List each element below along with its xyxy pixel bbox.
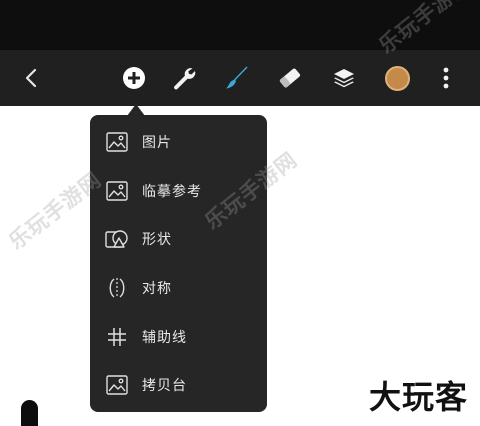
- wrench-icon: [174, 68, 196, 90]
- eraser-icon: [279, 68, 301, 88]
- menu-item-guides[interactable]: 辅助线: [90, 312, 267, 361]
- brush-button[interactable]: [217, 58, 257, 98]
- menu-item-label: 拷贝台: [142, 378, 187, 395]
- menu-item-label: 图片: [142, 135, 172, 152]
- menu-item-image[interactable]: 图片: [90, 118, 267, 167]
- drawing-app-screen: 图片 临摹参考 形状 对称 辅助线 拷贝台 乐玩手游网 乐玩手游网 乐玩手游网 …: [0, 0, 480, 426]
- brand-logo-text: 大玩客: [368, 378, 468, 416]
- menu-item-label: 对称: [142, 281, 172, 298]
- menu-item-label: 形状: [142, 232, 172, 249]
- menu-item-reference[interactable]: 临摹参考: [90, 167, 267, 216]
- top-toolbar: [0, 50, 480, 106]
- plus-circle-icon: [123, 67, 145, 89]
- grid-icon: [108, 327, 126, 346]
- status-bar-area: [0, 0, 480, 50]
- more-vertical-icon: [443, 67, 449, 89]
- menu-item-lightbox[interactable]: 拷贝台: [90, 361, 267, 410]
- more-button[interactable]: [426, 58, 466, 98]
- add-button[interactable]: [114, 58, 154, 98]
- back-button[interactable]: [12, 58, 52, 98]
- menu-item-label: 临摹参考: [142, 183, 202, 200]
- symmetry-icon: [109, 278, 125, 299]
- menu-item-shape[interactable]: 形状: [90, 215, 267, 264]
- image-icon: [106, 132, 128, 152]
- add-menu-popup: 图片 临摹参考 形状 对称 辅助线 拷贝台: [90, 115, 267, 412]
- layers-icon: [334, 69, 354, 88]
- actions-button[interactable]: [164, 58, 204, 98]
- layers-button[interactable]: [324, 58, 364, 98]
- eraser-button[interactable]: [270, 58, 310, 98]
- brush-icon: [226, 66, 248, 89]
- chevron-left-icon: [25, 68, 37, 88]
- menu-item-symmetry[interactable]: 对称: [90, 264, 267, 313]
- shape-icon: [105, 230, 128, 249]
- image-reference-icon: [106, 181, 128, 201]
- color-swatch: [384, 65, 410, 91]
- menu-item-label: 辅助线: [142, 329, 187, 346]
- canvas-stroke: [21, 400, 38, 426]
- lightbox-icon: [106, 375, 128, 395]
- color-button[interactable]: [377, 58, 417, 98]
